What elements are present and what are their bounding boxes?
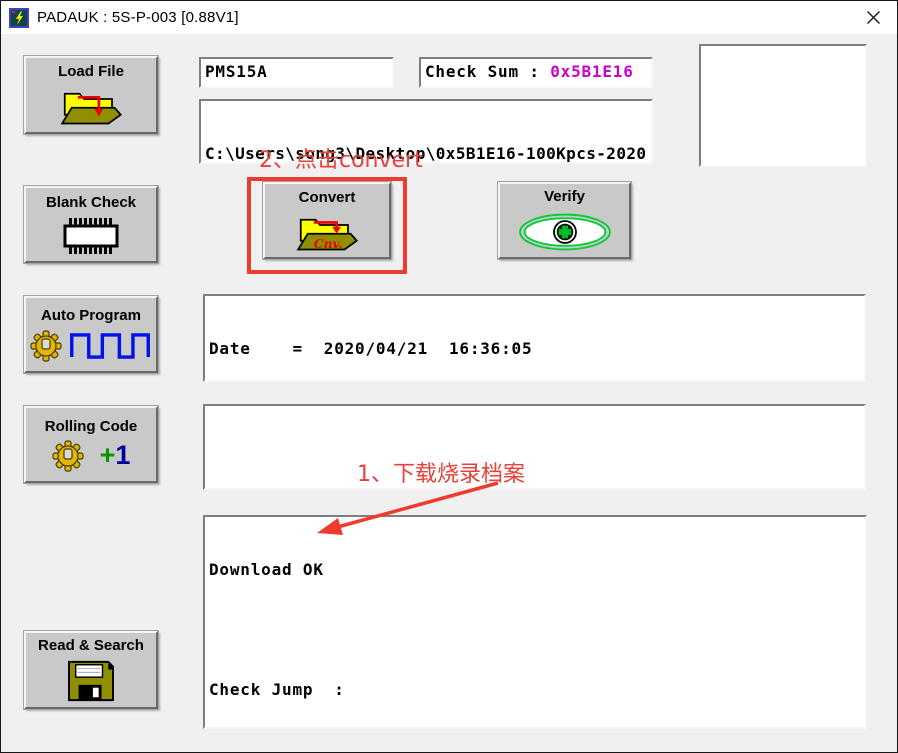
gear-icon [30,330,62,362]
lightning-chip-icon [9,8,29,28]
close-button[interactable] [859,5,887,31]
blank-check-button[interactable]: Blank Check [24,186,158,263]
load-file-label: Load File [58,63,124,80]
checksum-label: Check Sum : [425,62,550,81]
open-folder-convert-icon: Cnv. [292,211,362,253]
plus-one-label: +1 [100,440,131,471]
floppy-disk-icon [65,659,117,703]
rolling-code-label: Rolling Code [45,418,138,435]
log-line: Check Jump : [209,680,861,700]
file-path-line1: C:\Users\song3\Desktop\0x5B1E16-100Kpcs-… [205,144,647,164]
close-icon [866,10,881,25]
auto-program-button[interactable]: Auto Program [24,296,158,373]
file-path-box: C:\Users\song3\Desktop\0x5B1E16-100Kpcs-… [199,99,653,164]
message-panel [203,404,866,490]
load-file-button[interactable]: Load File [24,56,158,134]
log-panel: Download OK Check Jump : ■S08: JP2 / IC … [203,515,867,729]
app-window: PADAUK : 5S-P-003 [0.88V1] Load File Bla… [0,0,898,753]
log-line [209,620,861,640]
titlebar: PADAUK : 5S-P-003 [0.88V1] [1,1,897,34]
gear-icon [52,440,84,472]
checksum-box: Check Sum : 0x5B1E16 [419,57,653,88]
device-field[interactable]: PMS15A [199,57,394,88]
info-line-date: Date = 2020/04/21 16:36:05 [209,339,860,359]
convert-button[interactable]: Convert Cnv. [263,182,391,259]
read-search-label: Read & Search [38,637,144,654]
blank-check-label: Blank Check [46,194,136,211]
log-line: Download OK [209,560,861,580]
ic-chip-icon [55,216,127,256]
rolling-code-button[interactable]: Rolling Code +1 [24,406,158,483]
auto-program-label: Auto Program [41,307,141,324]
checksum-value: 0x5B1E16 [550,62,633,81]
eye-icon [513,210,617,254]
verify-button[interactable]: Verify [498,182,631,259]
read-search-button[interactable]: Read & Search [24,631,158,709]
convert-icon-text: Cnv. [314,235,343,250]
info-panel: Date = 2020/04/21 16:36:05 SYSCLK = 16 M… [203,294,866,382]
verify-label: Verify [544,188,585,205]
square-wave-icon [68,329,152,363]
preview-box [699,44,867,167]
convert-label: Convert [299,189,356,206]
window-title: PADAUK : 5S-P-003 [0.88V1] [37,9,239,26]
open-folder-download-icon [56,85,126,127]
